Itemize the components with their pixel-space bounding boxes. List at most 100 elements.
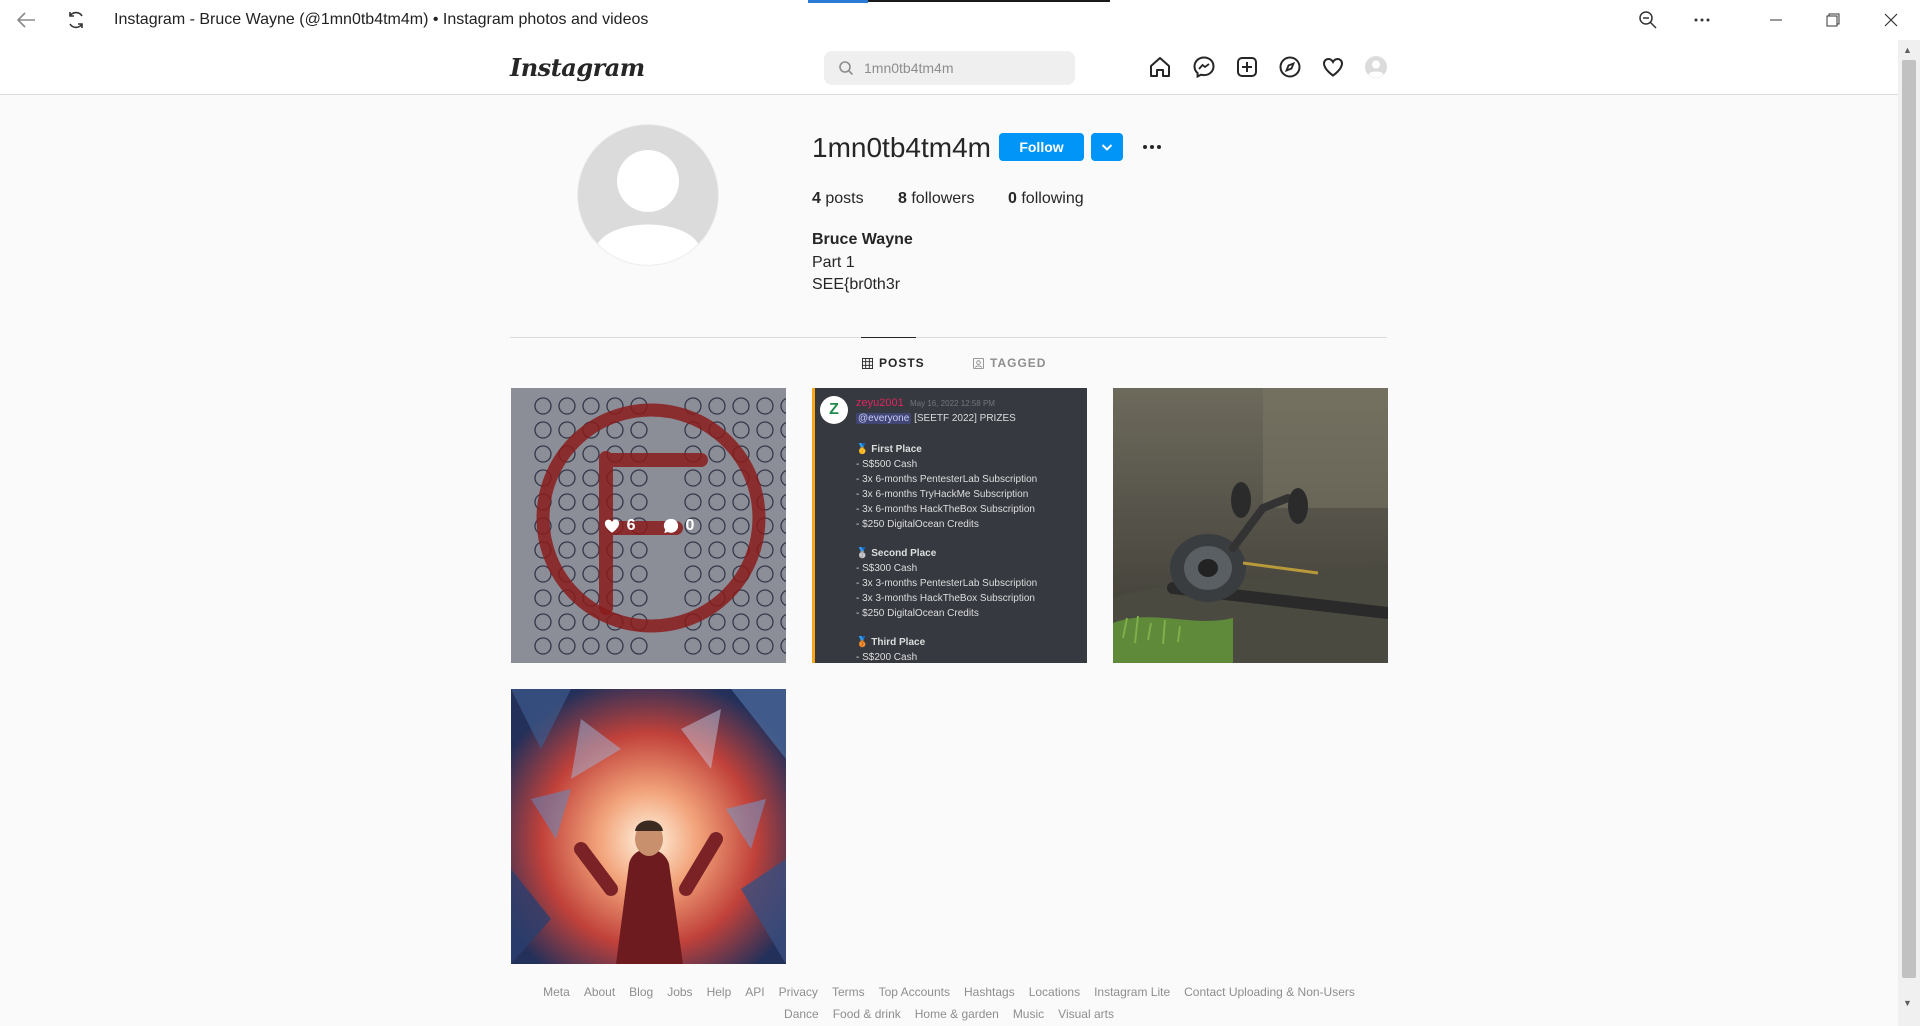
likes-value: 6 [626,516,636,534]
profile-full-name: Bruce Wayne [812,231,913,248]
post-thumbnail[interactable]: Z zeyu2001 May 16, 2022 12:58 PM @everyo… [812,388,1087,663]
footer-link[interactable]: Jobs [667,985,692,999]
footer-link[interactable]: API [745,985,764,999]
search-icon [838,60,854,81]
following-count: 0 [1008,190,1017,207]
active-tab-indicator [861,337,916,338]
likes-count: 6 [603,517,636,535]
footer-link[interactable]: Instagram Lite [1094,985,1170,999]
scrollbar-thumb[interactable] [1902,60,1916,978]
scroll-down-arrow-icon[interactable]: ▼ [1903,998,1912,1008]
home-icon[interactable] [1148,55,1172,79]
footer-link[interactable]: Dance [784,1007,819,1021]
more-options-icon[interactable] [1690,8,1714,32]
profile-avatar[interactable] [577,124,719,266]
profile-username: 1mn0tb4tm4m [812,132,991,163]
footer-link[interactable]: Food & drink [833,1007,901,1021]
following-stat[interactable]: 0 following [1008,190,1084,208]
footer-link[interactable]: Top Accounts [879,985,950,999]
discord-username: zeyu2001 [856,397,904,409]
refresh-icon[interactable] [64,8,88,32]
following-label: following [1021,190,1084,207]
footer-link[interactable]: Home & garden [915,1007,999,1021]
tagged-user-icon [973,357,984,369]
footer-link[interactable]: Locations [1029,985,1080,999]
prize-item: - 3x 3-months HackTheBox Subscription [856,593,1035,604]
posts-label: posts [825,190,864,207]
discord-timestamp: May 16, 2022 12:58 PM [910,399,995,408]
first-place-heading: 🥇 First Place [856,444,922,455]
prize-item: - $250 DigitalOcean Credits [856,519,979,530]
footer-link[interactable]: Privacy [779,985,818,999]
prize-item: - S$200 Cash [856,652,918,663]
footer-link[interactable]: Visual arts [1058,1007,1114,1021]
minimize-icon[interactable] [1764,8,1788,32]
followers-label: followers [911,190,975,207]
post-thumbnail[interactable]: 6 0 [511,388,786,663]
announcement-title: [SEETF 2022] PRIZES [914,413,1016,424]
footer-link[interactable]: Music [1013,1007,1044,1021]
posts-stat: 4 posts [812,190,864,208]
everyone-mention: @everyone [856,413,912,424]
close-icon[interactable] [1879,8,1903,32]
footer-link[interactable]: Terms [832,985,865,999]
followers-count: 8 [898,190,907,207]
footer-link[interactable]: Contact Uploading & Non-Users [1184,985,1355,999]
restore-icon[interactable] [1821,8,1845,32]
tab-tagged[interactable]: TAGGED [973,356,1046,370]
posts-count: 4 [812,190,821,207]
comments-count: 0 [662,516,695,535]
followers-stat[interactable]: 8 followers [898,190,975,208]
activity-heart-icon[interactable] [1321,55,1345,79]
heart-icon [604,519,619,533]
zoom-icon[interactable] [1636,8,1660,32]
prize-item: - 3x 6-months TryHackMe Subscription [856,489,1029,500]
second-place-heading: 🥈 Second Place [856,548,937,559]
mention-highlight-bar [812,388,815,663]
third-place-heading: 🥉 Third Place [856,637,926,648]
post-thumbnail[interactable] [1113,388,1388,663]
footer-link[interactable]: Meta [543,985,570,999]
movie-poster-image [511,689,786,964]
prize-item: - S$500 Cash [856,459,918,470]
page-load-progress-indicator [808,0,868,3]
footer-links-row-1: Meta About Blog Jobs Help API Privacy Terms Top … [0,985,1898,999]
instagram-header: Instagram [0,40,1898,95]
footer-link[interactable]: Blog [629,985,653,999]
window-titlebar: Instagram - Bruce Wayne (@1mn0tb4tm4m) •… [0,0,1920,40]
profile-options-button[interactable] [1138,133,1166,161]
back-icon[interactable] [14,8,38,32]
explore-icon[interactable] [1278,55,1302,79]
prize-item: - 3x 6-months PentesterLab Subscription [856,474,1038,485]
prize-item: - 3x 6-months HackTheBox Subscription [856,504,1035,515]
messenger-icon[interactable] [1192,55,1216,79]
comment-icon [663,518,678,533]
profile-divider [510,337,1387,338]
footer-link[interactable]: About [584,985,615,999]
tab-posts-label: POSTS [879,356,925,370]
post-hover-overlay: 6 0 [511,388,786,663]
suggested-accounts-dropdown-button[interactable] [1091,133,1123,161]
prize-item: - $250 DigitalOcean Credits [856,608,979,619]
chevron-down-icon [1101,144,1113,151]
profile-avatar-icon[interactable] [1364,55,1388,79]
new-post-icon[interactable] [1235,55,1259,79]
scroll-up-arrow-icon[interactable]: ▲ [1903,45,1912,55]
tab-posts[interactable]: POSTS [862,356,925,370]
post-thumbnail[interactable] [511,689,786,964]
window-title: Instagram - Bruce Wayne (@1mn0tb4tm4m) •… [114,11,649,28]
prize-item: - S$300 Cash [856,563,918,574]
footer-links-row-2: Dance Food & drink Home & garden Music Visua… [0,1007,1898,1021]
prize-item: - 3x 3-months PentesterLab Subscription [856,578,1038,589]
follow-button[interactable]: Follow [999,133,1084,161]
discord-avatar: Z [820,396,848,424]
footer-link[interactable]: Help [707,985,732,999]
search-input[interactable] [864,51,1064,85]
footer-link[interactable]: Hashtags [964,985,1015,999]
fishing-reel-image [1113,388,1388,663]
comments-value: 0 [685,516,695,534]
search-box[interactable] [824,51,1075,85]
tab-tagged-label: TAGGED [990,356,1047,370]
instagram-logo[interactable]: Instagram [510,53,645,82]
vertical-scrollbar[interactable]: ▲ ▼ [1898,40,1920,1026]
